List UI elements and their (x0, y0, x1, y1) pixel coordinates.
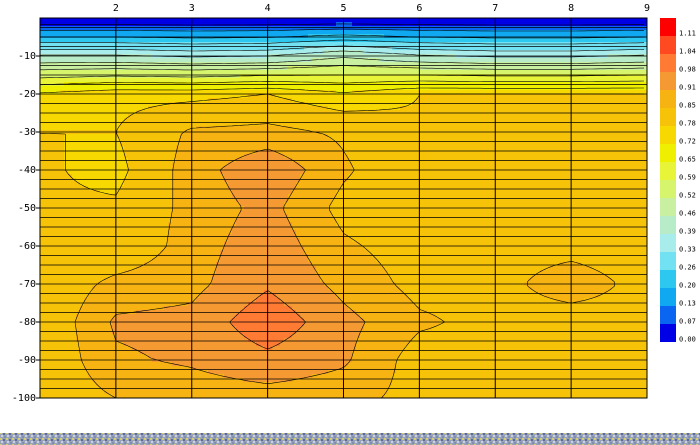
colorbar-swatch (660, 72, 676, 90)
y-tick-label: -10 (18, 51, 36, 62)
colorbar-swatch (660, 306, 676, 324)
colorbar-label: 0.20 (679, 282, 696, 290)
colorbar-legend: 1.11 1.04 0.98 0.91 0.85 0.78 0.72 0.65 0.59 0.52… (660, 18, 696, 344)
colorbar-swatch (660, 198, 676, 216)
grid-lines (40, 18, 648, 399)
colorbar-label: 0.98 (679, 66, 696, 74)
y-tick-labels: -10 -20 -30 -40 -50 -60 -70 -80 -90 -100 (12, 51, 40, 404)
colorbar-swatch (660, 144, 676, 162)
colorbar-label: 0.52 (679, 192, 696, 200)
y-tick-label: -40 (18, 165, 36, 176)
y-tick-label: -20 (18, 89, 36, 100)
colorbar-swatch (660, 108, 676, 126)
colorbar-label: 0.85 (679, 102, 696, 110)
colorbar-label: 0.65 (679, 156, 696, 164)
x-tick-label: 6 (416, 3, 422, 14)
y-tick-label: -80 (18, 317, 36, 328)
colorbar-swatch (660, 90, 676, 108)
x-tick-label: 8 (568, 3, 574, 14)
x-tick-label: 7 (492, 3, 498, 14)
colorbar-label: 0.46 (679, 210, 696, 218)
y-tick-label: -50 (18, 203, 36, 214)
colorbar-swatch (660, 18, 676, 36)
colorbar-swatch (660, 234, 676, 252)
colorbar-swatch (660, 288, 676, 306)
y-tick-label: -30 (18, 127, 36, 138)
colorbar-swatch (660, 54, 676, 72)
y-tick-label: -70 (18, 279, 36, 290)
colorbar-label: 0.33 (679, 246, 696, 254)
colorbar-label: 1.11 (679, 30, 696, 38)
y-tick-label: -90 (18, 355, 36, 366)
colorbar-swatch (660, 126, 676, 144)
colorbar-label: 0.78 (679, 120, 696, 128)
y-tick-label: -60 (18, 241, 36, 252)
colorbar-swatch (660, 216, 676, 234)
x-tick-label: 4 (265, 3, 271, 14)
colorbar-swatch (660, 180, 676, 198)
colorbar-label: 0.39 (679, 228, 696, 236)
colorbar-swatch (660, 270, 676, 288)
y-tick-label: -100 (12, 393, 36, 404)
colorbar-swatch (660, 162, 676, 180)
colorbar-label: 0.72 (679, 138, 696, 146)
colorbar-label: 1.04 (679, 48, 696, 56)
colorbar-label: 0.91 (679, 84, 696, 92)
colorbar-label: 0.00 (679, 336, 696, 344)
x-tick-label: 3 (189, 3, 195, 14)
noise-strip (0, 433, 700, 445)
x-tick-label: 9 (644, 3, 650, 14)
colorbar-swatch (660, 36, 676, 54)
colorbar-swatch (660, 324, 676, 342)
x-tick-label: 2 (113, 3, 119, 14)
x-tick-labels: 2 3 4 5 6 7 8 9 (113, 3, 650, 14)
colorbar-label: 0.59 (679, 174, 696, 182)
colorbar-label: 0.07 (679, 318, 696, 326)
contour-chart: 2 3 4 5 6 7 8 9 -10 -20 -30 -40 -50 -60 -70 -80 -90 -100… (0, 3, 700, 445)
colorbar-label: 0.13 (679, 300, 696, 308)
x-tick-label: 5 (340, 3, 346, 14)
colorbar-label: 0.26 (679, 264, 696, 272)
colorbar-swatch (660, 252, 676, 270)
